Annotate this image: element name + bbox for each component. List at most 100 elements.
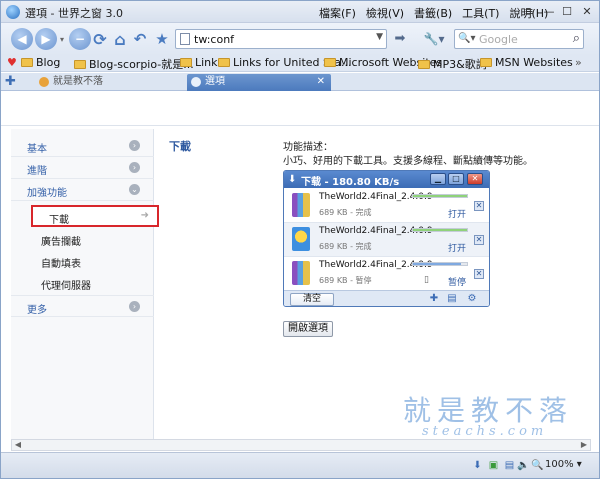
arrow-right-icon: ➜ [140, 210, 149, 221]
sidebar-subitem-adblock[interactable]: 廣告攔截 [41, 233, 81, 248]
volume-icon[interactable]: 🔈 [517, 459, 530, 472]
minimize-icon: ▁ [430, 173, 446, 185]
download-row: TheWorld2.4Final_2.4.0.9 689 KB - 完成 打开 … [284, 223, 489, 257]
new-tab-icon[interactable]: ✚ [5, 74, 16, 89]
title-bar: 選項 - 世界之窗 3.0 檔案(F) 檢視(V) 書籤(B) 工具(T) 說明… [1, 1, 599, 23]
sidebar-subitem-download[interactable]: 下載 ➜ [31, 205, 159, 227]
menu-view[interactable]: 檢視(V) [366, 5, 404, 21]
folder-icon [74, 59, 86, 69]
bookmark-item[interactable]: Blog-scorpio-就是... [74, 56, 194, 72]
settings-icon: ⚙ [467, 293, 477, 304]
bookmark-item[interactable]: Links [180, 56, 223, 69]
pause-icon: ▯ [424, 275, 429, 285]
go-arrow-icon[interactable]: ➡ [390, 29, 410, 49]
undo-close-icon[interactable]: ↶ [129, 28, 151, 50]
search-input[interactable]: Google [479, 33, 518, 46]
scroll-right-icon[interactable]: ▶ [578, 440, 590, 450]
tab-bar: ✚ 就是教不落 選項 ✕ [1, 73, 599, 91]
chevron-right-icon: › [129, 301, 140, 312]
chevron-right-icon: › [129, 162, 140, 173]
remove-icon: ✕ [474, 201, 484, 211]
navigation-toolbar: ◀ ▶ ▾ − ⟳ ⌂ ↶ ★ tw:conf ▼ ➡ 🔧▾ 🔍▾ Google… [1, 23, 599, 55]
page-icon [180, 33, 190, 45]
options-sidebar: 基本 › 進階 › 加強功能 ⌄ 下載 ➜ 廣告攔截 自動填表 代理伺服器 更多… [11, 129, 159, 439]
address-dropdown-icon[interactable]: ▼ [376, 32, 383, 42]
menu-tools[interactable]: 工具(T) [462, 5, 499, 21]
bookmarks-bar: ♥ Blog Blog-scorpio-就是... Links Links fo… [1, 55, 599, 72]
search-icon[interactable]: ⌕ [573, 31, 580, 46]
home-icon[interactable]: ⌂ [109, 28, 131, 50]
download-window-footer: 清空 ✚ ▤ ⚙ [284, 290, 489, 306]
folder-icon [21, 58, 33, 67]
sidebar-subitem-proxy[interactable]: 代理伺服器 [41, 277, 91, 292]
sidebar-item-advanced[interactable]: 進階 › [11, 157, 154, 179]
favorites-star-icon[interactable]: ★ [151, 28, 173, 50]
watermark-url: steachs.com [422, 424, 548, 439]
bookmark-item[interactable]: Blog [21, 56, 60, 69]
favorites-heart-icon[interactable]: ♥ [7, 56, 17, 69]
refresh-icon[interactable]: ⟳ [89, 28, 111, 50]
sidebar-item-basic[interactable]: 基本 › [11, 135, 154, 157]
screenshot-icon[interactable]: ▤ [503, 459, 516, 472]
folder-icon [418, 59, 430, 69]
address-input[interactable]: tw:conf [194, 33, 234, 46]
chevron-right-icon: › [129, 140, 140, 151]
menu-bookmarks[interactable]: 書籤(B) [414, 5, 452, 21]
stop-icon[interactable]: − [69, 28, 91, 50]
menu-file[interactable]: 檔案(F) [319, 5, 356, 21]
close-icon[interactable]: ✕ [579, 4, 595, 19]
download-manager-preview: ⬇ 下载 - 180.80 KB/s ▁ □ ✕ TheWorld2.4Fina… [283, 170, 490, 307]
download-status-icon[interactable]: ⬇ [471, 459, 484, 472]
progress-fill [413, 263, 461, 265]
folder-icon [180, 58, 192, 67]
address-bar[interactable]: tw:conf ▼ [175, 29, 387, 49]
tab-options[interactable]: 選項 ✕ [187, 74, 331, 91]
tab-label: 就是教不落 [53, 76, 103, 87]
remove-icon: ✕ [474, 269, 484, 279]
bookmark-item[interactable]: MSN Websites [480, 56, 573, 69]
more-bookmarks-icon[interactable]: » [575, 56, 582, 69]
minimize-icon[interactable]: — [541, 4, 557, 19]
maximize-icon[interactable]: ☐ [559, 4, 575, 19]
tools-wrench-icon[interactable]: 🔧▾ [421, 29, 447, 49]
progress-fill [413, 229, 467, 231]
search-box[interactable]: 🔍▾ Google ⌕ [454, 29, 584, 49]
back-icon[interactable]: ◀ [11, 28, 33, 50]
sidebar-item-enhanced[interactable]: 加強功能 ⌄ [11, 179, 154, 201]
add-download-icon: ✚ [429, 293, 439, 304]
status-bar: ⬇ ▣ ▤ 🔈 🔍 100% ▾ [1, 452, 599, 478]
progress-bar [412, 228, 468, 232]
open-link: 打开 [448, 244, 467, 254]
open-link: 打开 [448, 210, 467, 220]
scroll-left-icon[interactable]: ◀ [12, 440, 24, 450]
zoom-level[interactable]: 100% ▾ [545, 459, 582, 470]
open-options-button[interactable]: 開啟選項 [283, 321, 333, 337]
sidebar-item-more[interactable]: 更多 › [11, 295, 154, 317]
zoom-icon[interactable]: 🔍 [531, 459, 544, 472]
progress-bar [412, 262, 468, 266]
archive-file-icon [292, 193, 310, 217]
browser-window: 選項 - 世界之窗 3.0 檔案(F) 檢視(V) 書籤(B) 工具(T) 說明… [0, 0, 600, 479]
folder-icon [218, 58, 230, 67]
tab-close-icon[interactable]: ✕ [317, 74, 325, 90]
maximize-icon: □ [448, 173, 464, 185]
forward-icon[interactable]: ▶ [35, 28, 57, 50]
folder-icon [324, 58, 336, 67]
progress-fill [413, 195, 467, 197]
list-view-icon: ▤ [447, 293, 457, 304]
options-page-icon [191, 77, 201, 87]
window-title: 選項 - 世界之窗 3.0 [25, 7, 123, 20]
bookmark-item[interactable]: MP3&歌詞 [418, 56, 487, 72]
site-favicon-icon [39, 77, 49, 87]
download-row: TheWorld2.4Final_2.4.0.9 689 KB - 暂停 ▯ 暂… [284, 257, 489, 291]
download-arrow-icon: ⬇ [288, 174, 297, 185]
browser-logo-icon [6, 5, 20, 19]
network-icon[interactable]: ▣ [487, 459, 500, 472]
horizontal-scrollbar[interactable]: ◀ ▶ [11, 439, 591, 451]
menu-options-icon[interactable]: ≡ [521, 4, 537, 19]
remove-icon: ✕ [474, 235, 484, 245]
history-dropdown-icon[interactable]: ▾ [57, 28, 67, 50]
sidebar-subitem-autofill[interactable]: 自動填表 [41, 255, 81, 270]
tab-steachs[interactable]: 就是教不落 [35, 74, 183, 91]
search-engine-icon[interactable]: 🔍▾ [458, 33, 475, 44]
